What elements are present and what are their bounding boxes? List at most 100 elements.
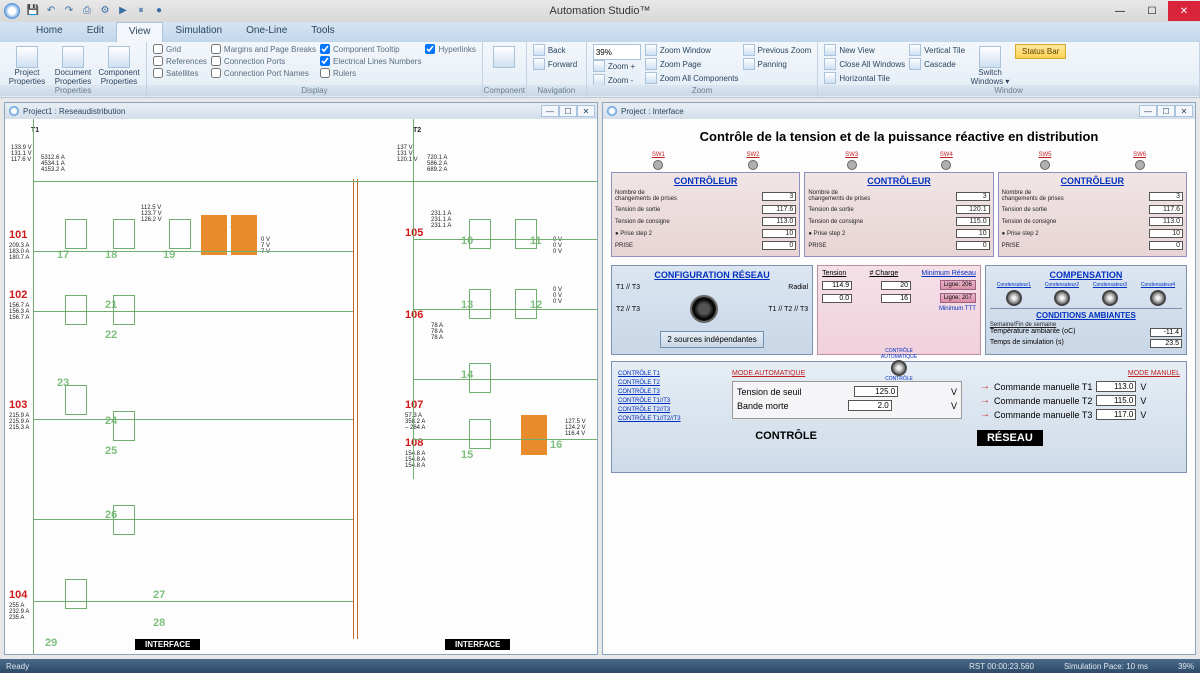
chk-satellites[interactable]: Satellites	[153, 68, 207, 78]
tab-edit[interactable]: Edit	[75, 22, 116, 42]
chk-hyperlinks[interactable]: Hyperlinks	[425, 44, 475, 54]
tab-view[interactable]: View	[116, 22, 164, 42]
close-button[interactable]: ✕	[1168, 1, 1200, 21]
chk-rulers[interactable]: Rulers	[320, 68, 421, 78]
nav-forward-button[interactable]: Forward	[533, 58, 580, 70]
man-t1-input[interactable]: 113.0	[1096, 381, 1136, 392]
minimize-button[interactable]: —	[1104, 1, 1136, 21]
comp-toggle-4[interactable]	[1150, 290, 1166, 306]
tab-home[interactable]: Home	[24, 22, 75, 42]
qa-play-icon[interactable]: ▶	[116, 3, 130, 17]
pane-max-icon[interactable]: ☐	[559, 105, 577, 117]
c1-ts[interactable]: 117.6	[762, 205, 796, 214]
comp-toggle-2[interactable]	[1054, 290, 1070, 306]
chk-elecnums[interactable]: Electrical Lines Numbers	[320, 56, 421, 66]
ribbon-group-zoom: Zoom + Zoom - Zoom Window Zoom Page Zoom…	[587, 42, 819, 97]
zoom-field[interactable]	[593, 44, 641, 60]
sw2-toggle[interactable]	[748, 160, 758, 170]
maximize-button[interactable]: ☐	[1136, 1, 1168, 21]
qa-redo-icon[interactable]: ↷	[62, 3, 76, 17]
schematic-canvas[interactable]: T1 133.9 V 131.1 V 117.6 V 5312.6 A 4534…	[5, 119, 597, 654]
sources-button[interactable]: 2 sources indépendantes	[660, 331, 763, 348]
c2-nb[interactable]: 3	[956, 192, 990, 201]
c2-ps[interactable]: 10	[956, 229, 990, 238]
interface-canvas[interactable]: Contrôle de la tension et de la puissanc…	[603, 119, 1195, 654]
comp-toggle-1[interactable]	[1006, 290, 1022, 306]
chk-connports[interactable]: Connection Ports	[211, 56, 316, 66]
c2-tc[interactable]: 115.0	[956, 217, 990, 226]
temp-value[interactable]: -11.4	[1150, 328, 1182, 337]
zoom-page-button[interactable]: Zoom Page	[645, 58, 739, 70]
c2-pr[interactable]: 0	[956, 241, 990, 250]
close-all-button[interactable]: Close All Windows	[824, 58, 905, 70]
ligne-207-button[interactable]: Ligne: 207	[940, 293, 976, 303]
qa-print-icon[interactable]: ⎙	[80, 3, 94, 17]
qa-undo-icon[interactable]: ↶	[44, 3, 58, 17]
chk-comptooltip[interactable]: Component Tooltip	[320, 44, 421, 54]
project-properties-button[interactable]: ProjectProperties	[6, 44, 48, 86]
chk-grid[interactable]: Grid	[153, 44, 207, 54]
simtime-value[interactable]: 23.5	[1150, 339, 1182, 348]
nav-back-button[interactable]: Back	[533, 44, 580, 56]
ligne-206-button[interactable]: Ligne: 206	[940, 280, 976, 290]
cascade-button[interactable]: Cascade	[909, 58, 965, 70]
pane-close-icon[interactable]: ✕	[577, 105, 595, 117]
link-ctrl-t1t3[interactable]: CONTRÔLE T1//T3	[618, 397, 681, 406]
link-ctrl-t2[interactable]: CONTRÔLE T2	[618, 379, 681, 388]
link-ctrl-t2t3[interactable]: CONTRÔLE T2//T3	[618, 406, 681, 415]
status-bar-toggle[interactable]: Status Bar	[1015, 44, 1066, 59]
link-ctrl-t1t2t3[interactable]: CONTRÔLE T1//T2//T3	[618, 415, 681, 424]
tab-simulation[interactable]: Simulation	[163, 22, 234, 42]
pane-min-icon[interactable]: —	[541, 105, 559, 117]
c2-ts[interactable]: 120.1	[956, 205, 990, 214]
zoom-plus-button[interactable]: Zoom +	[593, 60, 641, 72]
component-properties-button[interactable]: ComponentProperties	[98, 44, 140, 86]
c3-nb[interactable]: 3	[1149, 192, 1183, 201]
zoom-window-button[interactable]: Zoom Window	[645, 44, 739, 56]
qa-settings-icon[interactable]: ⚙	[98, 3, 112, 17]
chk-connportnames[interactable]: Connection Port Names	[211, 68, 316, 78]
vtile-button[interactable]: Vertical Tile	[909, 44, 965, 56]
panning-button[interactable]: Panning	[743, 58, 812, 70]
prev-zoom-button[interactable]: Previous Zoom	[743, 44, 812, 56]
link-ctrl-t1[interactable]: CONTRÔLE T1	[618, 370, 681, 379]
config-dial[interactable]	[690, 295, 718, 323]
c3-ts[interactable]: 117.6	[1149, 205, 1183, 214]
sw3-toggle[interactable]	[847, 160, 857, 170]
htile-button[interactable]: Horizontal Tile	[824, 72, 905, 84]
new-view-button[interactable]: New View	[824, 44, 905, 56]
pane-close-icon[interactable]: ✕	[1175, 105, 1193, 117]
tab-oneline[interactable]: One-Line	[234, 22, 299, 42]
comp-toggle-3[interactable]	[1102, 290, 1118, 306]
tab-tools[interactable]: Tools	[299, 22, 346, 42]
chk-margins[interactable]: Margins and Page Breaks	[211, 44, 316, 54]
pane-min-icon[interactable]: —	[1139, 105, 1157, 117]
man-t2-input[interactable]: 115.0	[1096, 395, 1136, 406]
pane-max-icon[interactable]: ☐	[1157, 105, 1175, 117]
sw4-toggle[interactable]	[941, 160, 951, 170]
c1-ps[interactable]: 10	[762, 229, 796, 238]
c1-nb[interactable]: 3	[762, 192, 796, 201]
bande-morte-input[interactable]: 2.0	[848, 400, 892, 411]
component-button[interactable]	[489, 44, 520, 68]
qa-record-icon[interactable]: ●	[152, 3, 166, 17]
c3-ps[interactable]: 10	[1149, 229, 1183, 238]
c3-pr[interactable]: 0	[1149, 241, 1183, 250]
sw1-toggle[interactable]	[653, 160, 663, 170]
link-ctrl-t3[interactable]: CONTRÔLE T3	[618, 388, 681, 397]
man-t3-input[interactable]: 117.0	[1096, 409, 1136, 420]
qa-pause-icon[interactable]: ⏸	[134, 3, 148, 17]
htile-icon	[824, 72, 836, 84]
document-properties-button[interactable]: DocumentProperties	[52, 44, 94, 86]
sw6-toggle[interactable]	[1135, 160, 1145, 170]
sw5-toggle[interactable]	[1040, 160, 1050, 170]
qa-save-icon[interactable]: 💾	[26, 3, 40, 17]
zoom-all-button[interactable]: Zoom All Components	[645, 72, 739, 84]
switch-windows-button[interactable]: SwitchWindows ▾	[969, 44, 1011, 86]
c1-pr[interactable]: 0	[762, 241, 796, 250]
reseau-button[interactable]: RÉSEAU	[977, 430, 1043, 446]
c1-tc[interactable]: 113.0	[762, 217, 796, 226]
c3-tc[interactable]: 113.0	[1149, 217, 1183, 226]
chk-references[interactable]: References	[153, 56, 207, 66]
tension-seuil-input[interactable]: 125.0	[854, 386, 898, 397]
